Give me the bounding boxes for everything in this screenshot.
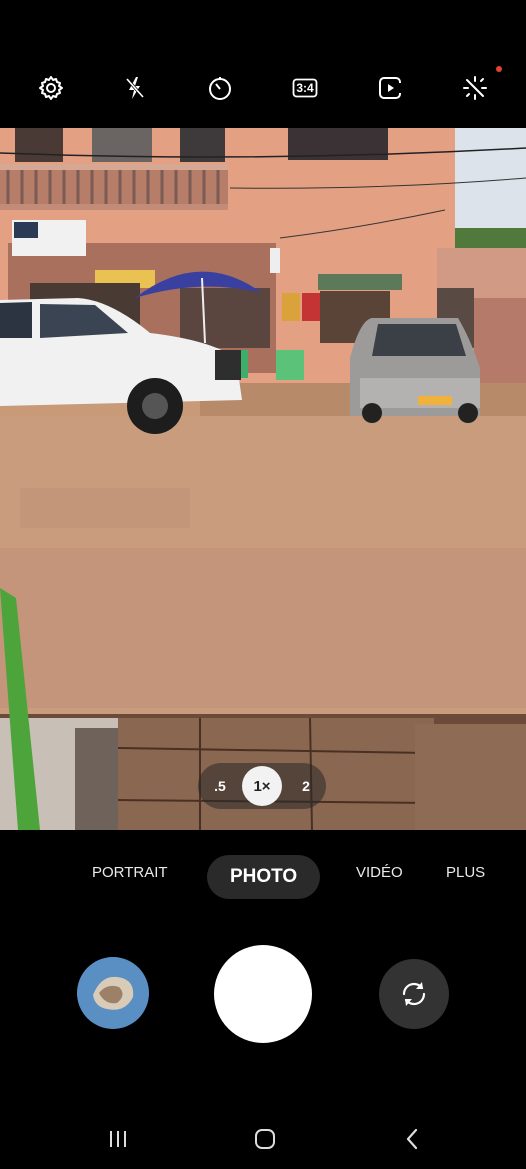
mode-photo[interactable]: PHOTO	[207, 855, 321, 899]
back-icon[interactable]	[390, 1124, 434, 1154]
camera-viewfinder[interactable]	[0, 128, 526, 830]
gallery-thumbnail[interactable]	[77, 957, 149, 1029]
system-navigation-bar	[0, 1110, 526, 1169]
recent-apps-icon[interactable]	[96, 1124, 140, 1154]
zoom-0-5x-button[interactable]: .5	[206, 772, 234, 800]
switch-camera-button[interactable]	[379, 959, 449, 1029]
timer-icon[interactable]	[200, 68, 240, 108]
zoom-2x-button[interactable]: 2	[292, 772, 320, 800]
aspect-ratio-label: 3:4	[296, 81, 314, 95]
filters-icon[interactable]	[455, 68, 495, 108]
mode-video[interactable]: VIDÉO	[356, 864, 403, 881]
aspect-ratio-icon[interactable]: 3:4	[285, 68, 325, 108]
settings-icon[interactable]	[31, 68, 71, 108]
home-icon[interactable]	[243, 1124, 287, 1154]
flash-off-icon[interactable]	[115, 68, 155, 108]
zoom-selector: .5 1× 2	[198, 763, 326, 809]
zoom-1x-button[interactable]: 1×	[242, 766, 282, 806]
shutter-button[interactable]	[214, 945, 312, 1043]
motion-photo-icon[interactable]	[370, 68, 410, 108]
camera-top-toolbar: 3:4	[0, 0, 526, 128]
mode-more[interactable]: PLUS	[446, 864, 485, 881]
mode-portrait[interactable]: PORTRAIT	[92, 864, 168, 881]
switch-camera-icon	[402, 982, 426, 1006]
camera-mode-selector: PORTRAIT PHOTO VIDÉO PLUS	[0, 852, 526, 902]
notification-dot	[496, 66, 502, 72]
